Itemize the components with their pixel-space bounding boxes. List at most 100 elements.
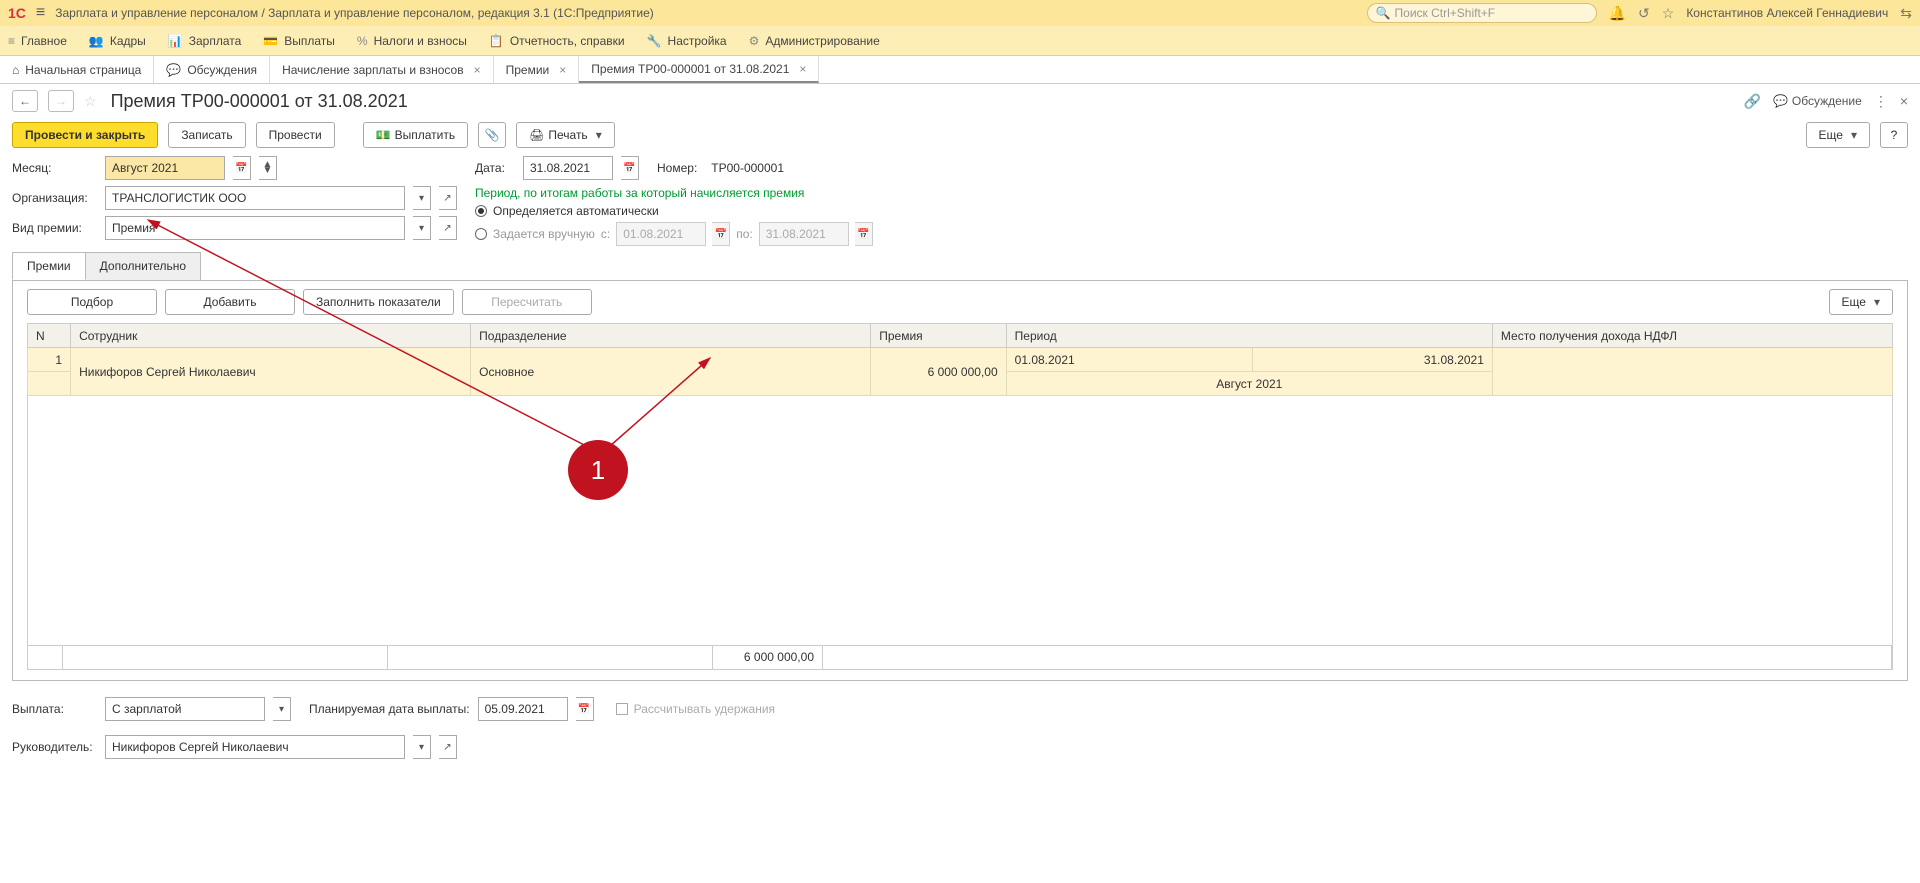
subtab-dop[interactable]: Дополнительно: [85, 252, 201, 280]
gear-icon: ⚙: [749, 34, 760, 48]
total-bonus: 6 000 000,00: [713, 646, 823, 669]
help-button[interactable]: ?: [1880, 122, 1908, 148]
post-button[interactable]: Провести: [256, 122, 335, 148]
attach-button[interactable]: 📎: [478, 122, 506, 148]
tab-content: Подбор Добавить Заполнить показатели Пер…: [12, 281, 1908, 681]
panel-toggle-icon[interactable]: ⇆: [1900, 5, 1912, 22]
dropdown-icon[interactable]: ▾: [413, 186, 431, 210]
period-manual-radio[interactable]: [475, 228, 487, 240]
tab-premii[interactable]: Премии×: [494, 56, 580, 83]
grid-toolbar: Подбор Добавить Заполнить показатели Пер…: [13, 281, 1907, 323]
open-ref-icon[interactable]: ↗: [439, 735, 457, 759]
kebab-icon[interactable]: ⋮: [1874, 93, 1888, 110]
period-auto-radio[interactable]: [475, 205, 487, 217]
cell-dept[interactable]: Основное: [471, 348, 871, 396]
col-dept[interactable]: Подразделение: [471, 324, 871, 348]
grid-empty-space[interactable]: [27, 396, 1893, 646]
menu-reports[interactable]: 📋Отчетность, справки: [489, 34, 625, 48]
subtabs: Премии Дополнительно: [12, 252, 1908, 281]
date-input[interactable]: 31.08.2021: [523, 156, 613, 180]
calendar-icon[interactable]: 📅: [233, 156, 251, 180]
tab-nachislenie[interactable]: Начисление зарплаты и взносов×: [270, 56, 494, 83]
table-row[interactable]: 1 Никифоров Сергей Николаевич Основное 6…: [28, 348, 1893, 372]
cell-period-from[interactable]: 01.08.2021: [1006, 348, 1252, 372]
calendar-icon[interactable]: 📅: [621, 156, 639, 180]
cell-period-month[interactable]: Август 2021: [1006, 372, 1492, 396]
nav-forward-button[interactable]: →: [48, 90, 74, 112]
cell-bonus[interactable]: 6 000 000,00: [871, 348, 1006, 396]
wrench-icon: 🔧: [647, 34, 662, 48]
tab-home[interactable]: ⌂Начальная страница: [0, 56, 154, 83]
menu-main[interactable]: ≡Главное: [8, 34, 67, 48]
menu-kadry[interactable]: 👥Кадры: [89, 34, 146, 48]
chart-icon: 📊: [168, 34, 183, 48]
period-from-input: 01.08.2021: [616, 222, 706, 246]
tab-discussions[interactable]: 💬Обсуждения: [154, 56, 270, 83]
cell-n2[interactable]: [28, 372, 71, 396]
star-icon[interactable]: ☆: [1662, 5, 1675, 22]
discuss-button[interactable]: 💬Обсуждение: [1773, 94, 1862, 108]
save-button[interactable]: Записать: [168, 122, 245, 148]
close-icon[interactable]: ×: [474, 63, 481, 77]
payout-input[interactable]: С зарплатой: [105, 697, 265, 721]
search-input[interactable]: 🔍 Поиск Ctrl+Shift+F: [1367, 3, 1597, 23]
col-period[interactable]: Период: [1006, 324, 1492, 348]
annotation-badge-1: 1: [568, 440, 628, 500]
history-icon[interactable]: ↺: [1638, 5, 1650, 22]
pay-button[interactable]: 💵Выплатить: [363, 122, 468, 148]
money-icon: 💵: [376, 128, 391, 142]
org-label: Организация:: [12, 191, 97, 205]
dropdown-icon[interactable]: ▾: [413, 216, 431, 240]
pick-button[interactable]: Подбор: [27, 289, 157, 315]
menu-admin[interactable]: ⚙Администрирование: [749, 34, 880, 48]
bonus-type-input[interactable]: Премия: [105, 216, 405, 240]
main-menu-icon[interactable]: ≡: [36, 4, 45, 22]
recalc-button[interactable]: Пересчитать: [462, 289, 592, 315]
star-outline-icon[interactable]: ☆: [84, 93, 97, 110]
tab-premia-doc[interactable]: Премия ТР00-000001 от 31.08.2021×: [579, 56, 819, 83]
cell-period-to[interactable]: 31.08.2021: [1252, 348, 1492, 372]
bonus-grid[interactable]: N Сотрудник Подразделение Премия Период …: [27, 323, 1893, 396]
subtab-premii[interactable]: Премии: [12, 252, 86, 280]
cell-emp[interactable]: Никифоров Сергей Николаевич: [71, 348, 471, 396]
menu-vyplaty[interactable]: 💳Выплаты: [263, 34, 335, 48]
more-button[interactable]: Еще: [1806, 122, 1870, 148]
open-ref-icon[interactable]: ↗: [439, 186, 457, 210]
search-placeholder: Поиск Ctrl+Shift+F: [1395, 6, 1496, 20]
dropdown-icon[interactable]: ▾: [273, 697, 291, 721]
cell-n[interactable]: 1: [28, 348, 71, 372]
menu-settings[interactable]: 🔧Настройка: [647, 34, 727, 48]
nav-back-button[interactable]: ←: [12, 90, 38, 112]
bell-icon[interactable]: 🔔: [1609, 5, 1626, 22]
col-n[interactable]: N: [28, 324, 71, 348]
menu-nalogi[interactable]: %Налоги и взносы: [357, 34, 467, 48]
link-icon[interactable]: 🔗: [1744, 93, 1761, 110]
grid-more-button[interactable]: Еще: [1829, 289, 1893, 315]
manager-input[interactable]: Никифоров Сергей Николаевич: [105, 735, 405, 759]
calendar-icon[interactable]: 📅: [576, 697, 594, 721]
planned-date-input[interactable]: 05.09.2021: [478, 697, 568, 721]
wallet-icon: 💳: [263, 34, 278, 48]
fill-button[interactable]: Заполнить показатели: [303, 289, 454, 315]
cell-ndfl[interactable]: [1492, 348, 1892, 396]
menu-zarplata[interactable]: 📊Зарплата: [168, 34, 242, 48]
org-input[interactable]: ТРАНСЛОГИСТИК ООО: [105, 186, 405, 210]
col-emp[interactable]: Сотрудник: [71, 324, 471, 348]
calc-deduct-checkbox[interactable]: [616, 703, 628, 715]
titlebar: 1C ≡ Зарплата и управление персоналом / …: [0, 0, 1920, 26]
open-ref-icon[interactable]: ↗: [439, 216, 457, 240]
col-bonus[interactable]: Премия: [871, 324, 1006, 348]
username[interactable]: Константинов Алексей Геннадиевич: [1686, 6, 1888, 20]
print-button[interactable]: 🖨Печать: [516, 122, 615, 148]
spin-up-icon[interactable]: ▲▼: [259, 156, 277, 180]
add-button[interactable]: Добавить: [165, 289, 295, 315]
close-icon[interactable]: ×: [799, 62, 806, 76]
close-icon[interactable]: ×: [559, 63, 566, 77]
page-title: Премия ТР00-000001 от 31.08.2021: [111, 91, 408, 112]
month-input[interactable]: Август 2021: [105, 156, 225, 180]
close-page-icon[interactable]: ×: [1900, 93, 1908, 109]
grid-footer: 6 000 000,00: [27, 646, 1893, 670]
dropdown-icon[interactable]: ▾: [413, 735, 431, 759]
col-ndfl[interactable]: Место получения дохода НДФЛ: [1492, 324, 1892, 348]
post-close-button[interactable]: Провести и закрыть: [12, 122, 158, 148]
